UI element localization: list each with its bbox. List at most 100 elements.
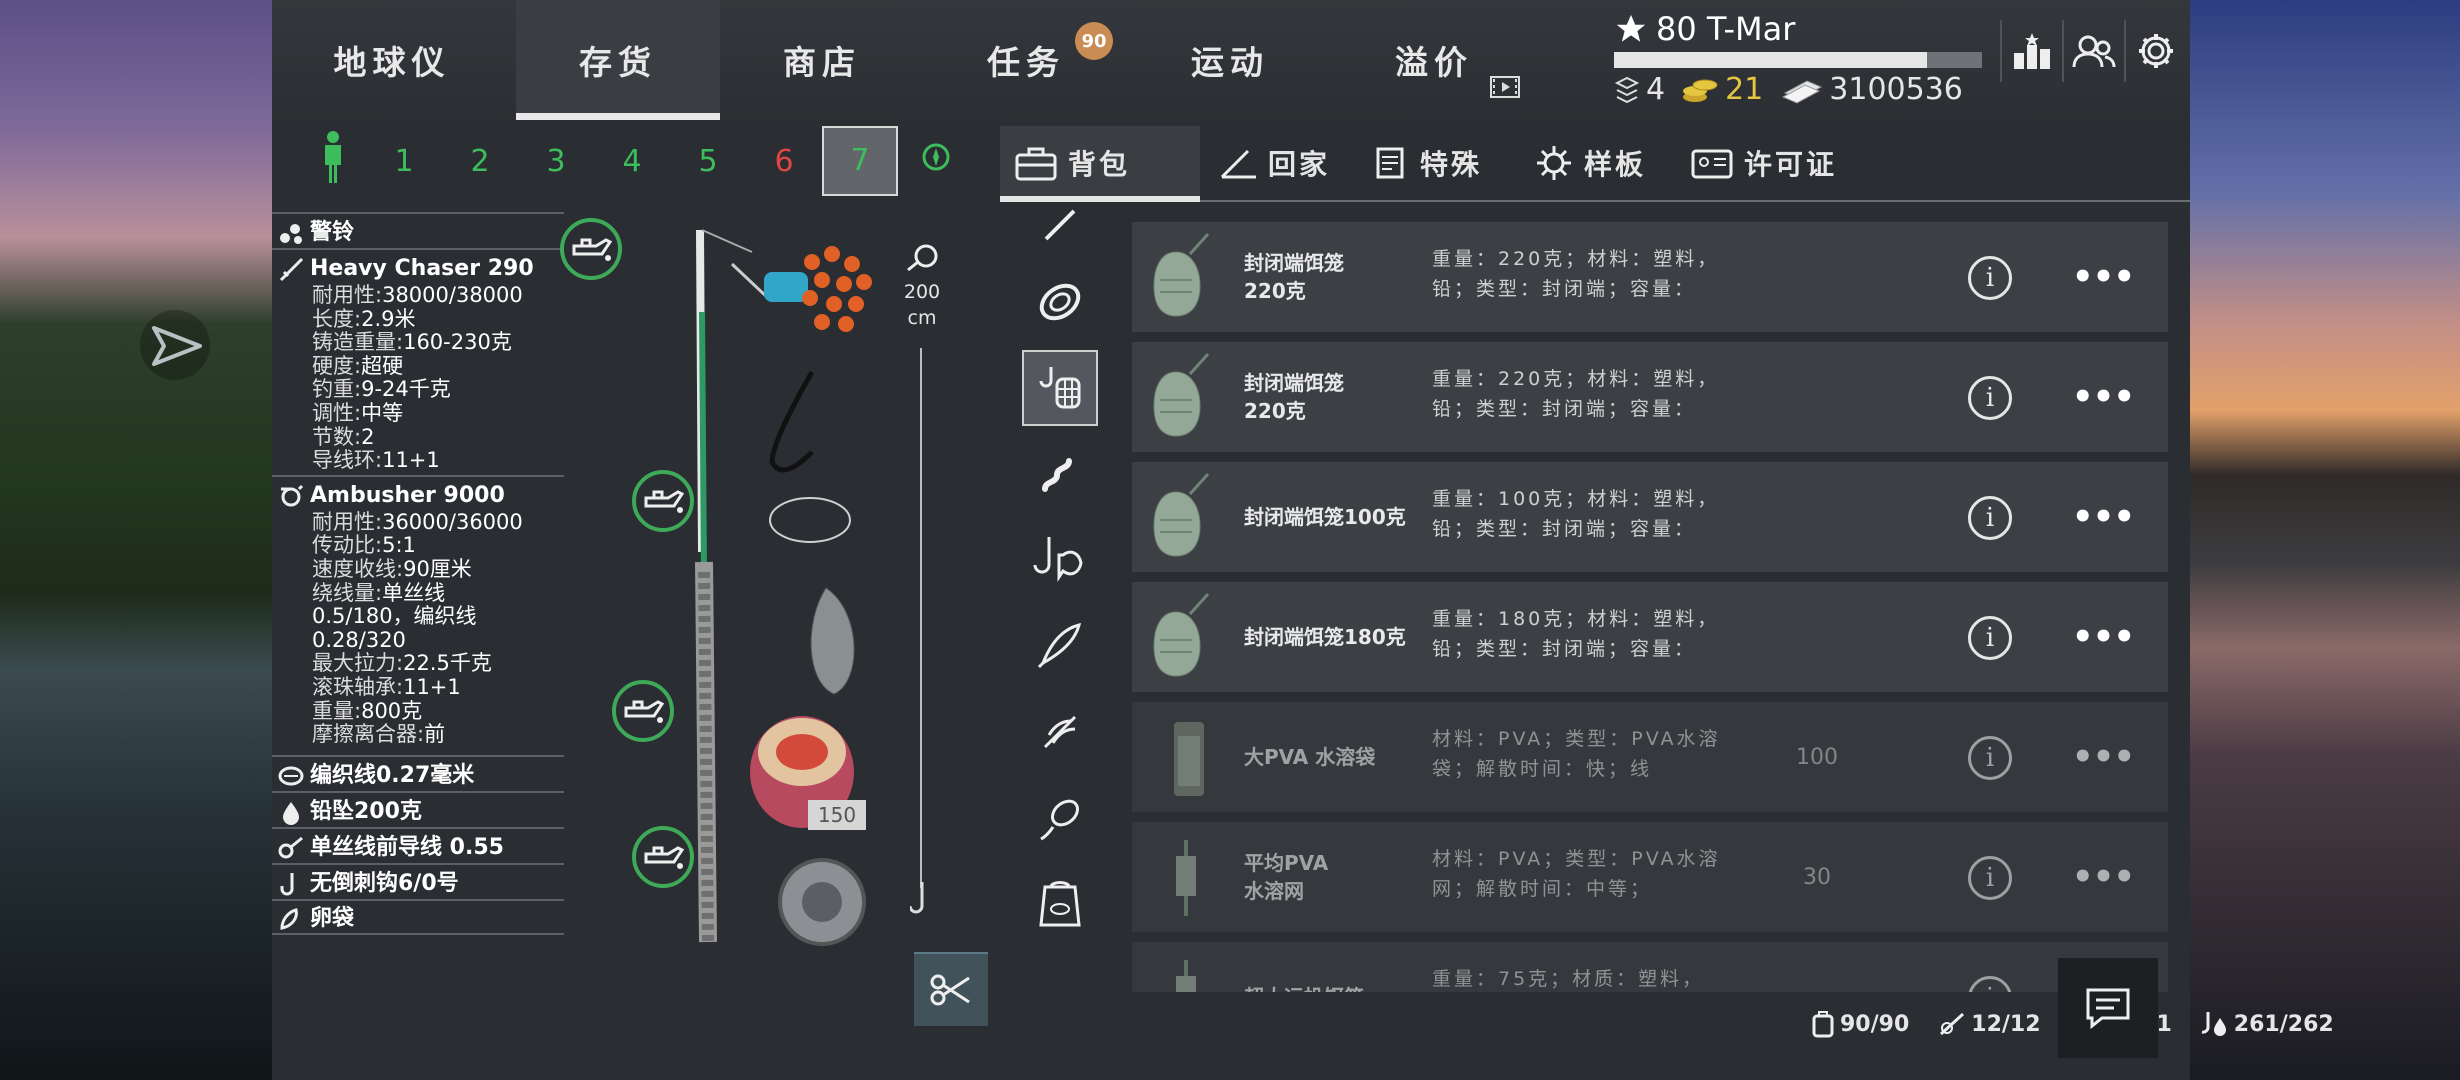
category-lures-icon[interactable]	[1022, 608, 1098, 684]
category-lines-icon[interactable]	[1022, 264, 1098, 340]
alarm-label: 警铃	[310, 220, 355, 246]
leader-loop-icon	[907, 244, 938, 272]
rod-header[interactable]: Heavy Chaser 290	[272, 248, 564, 284]
info-icon[interactable]: i	[1968, 976, 2012, 992]
tab-inventory[interactable]: 存货	[516, 0, 720, 120]
category-floats-icon[interactable]	[1022, 780, 1098, 856]
info-icon[interactable]: i	[1968, 616, 2012, 660]
oil-can-icon[interactable]	[632, 470, 694, 532]
tab-sports[interactable]: 运动	[1128, 0, 1332, 120]
license-card-icon	[1691, 149, 1733, 179]
item-quantity	[1772, 582, 1862, 692]
tab-licenses[interactable]: 许可证	[1690, 126, 1860, 200]
spec-value: 5:1	[382, 533, 416, 558]
info-icon[interactable]: i	[1968, 496, 2012, 540]
category-feeders-icon[interactable]	[1022, 350, 1098, 426]
template-gear-icon	[1537, 146, 1571, 180]
category-worms-icon[interactable]	[1022, 436, 1098, 512]
game-screen: 地球仪 存货 商店 任务 90 运动 溢价 80 T-Mar 4 21 3100…	[0, 0, 2460, 1080]
spec-key: 调性:	[312, 400, 362, 425]
rank-display: 80 T-Mar	[1614, 10, 1795, 48]
experience-bar	[1614, 52, 1982, 68]
angler-figure-icon[interactable]	[300, 130, 366, 192]
leader-label: 单丝线前导线 0.55	[310, 834, 504, 860]
reel-stats: 耐用性:36000/36000 传动比:5:1 速度收线:90厘米 绕线量:单丝线 0.…	[272, 510, 564, 747]
hook-row[interactable]: 无倒刺钩6/0号	[272, 862, 564, 899]
sinker-icon	[283, 801, 299, 825]
info-icon[interactable]: i	[1968, 856, 2012, 900]
inventory-item-row[interactable]: 封闭端饵笼100克 重量：100克；材料：塑料，铅；类型：封闭端；容量： i •••	[1132, 462, 2168, 572]
item-description: 材料：PVA；类型：PVA水溶网；解散时间：中等；	[1432, 848, 1721, 900]
more-options-icon[interactable]: •••	[2072, 612, 2135, 662]
info-icon[interactable]: i	[1968, 736, 2012, 780]
bait-bag-row[interactable]: 卵袋	[272, 898, 564, 935]
spec-row: 钓重:9-24千克	[272, 378, 564, 402]
scissors-icon	[930, 974, 970, 1006]
inventory-item-row[interactable]: 大PVA 水溶袋 材料：PVA；类型：PVA水溶袋；解散时间：快；线 100 i •••	[1132, 702, 2168, 812]
category-rods-icon[interactable]	[1022, 200, 1098, 250]
category-bait-bag-icon[interactable]	[1022, 866, 1098, 942]
bell-icon	[280, 224, 302, 244]
category-spinners-icon[interactable]	[1022, 694, 1098, 770]
info-icon[interactable]: i	[1968, 256, 2012, 300]
more-options-icon[interactable]: •••	[2072, 732, 2135, 782]
oil-can-icon[interactable]	[560, 218, 622, 280]
navigate-arrow-icon[interactable]	[140, 310, 210, 380]
rod-set-4[interactable]: 4	[594, 144, 670, 179]
item-quantity: 100	[1796, 744, 1838, 770]
tab-premium[interactable]: 溢价	[1332, 0, 1536, 120]
rod-stats: 耐用性:38000/38000 长度:2.9米 铸造重量:160-230克 硬度:超硬…	[272, 283, 564, 473]
leaderboard-icon[interactable]	[2000, 20, 2062, 82]
item-name: 平均PVA 水溶网	[1244, 851, 1329, 903]
inventory-item-row[interactable]: 超大远投饵笼重量：75克；材质：塑料，i•••	[1132, 942, 2168, 992]
leader-row[interactable]: 单丝线前导线 0.55	[272, 826, 564, 863]
tab-label: 回家	[1268, 148, 1331, 181]
tab-label: 样板	[1584, 148, 1647, 181]
inventory-item-row[interactable]: 平均PVA 水溶网 材料：PVA；类型：PVA水溶网；解散时间：中等； 30 i •••	[1132, 822, 2168, 932]
inventory-item-row[interactable]: 封闭端饵笼180克 重量：180克；材料：塑料，铅；类型：封闭端；容量： i •••	[1132, 582, 2168, 692]
currency-row: 4 21 3100536	[1614, 72, 1963, 107]
sinker-row[interactable]: 铅坠200克	[272, 790, 564, 827]
rod-set-5[interactable]: 5	[670, 144, 746, 179]
line-row[interactable]: 编织线0.27毫米	[272, 754, 564, 791]
inventory-item-row[interactable]: 封闭端饵笼 220克 重量：220克；材料：塑料，铅；类型：封闭端；容量： i •••	[1132, 222, 2168, 332]
tab-templates[interactable]: 样板	[1534, 126, 1674, 200]
category-hooks-fish-icon[interactable]	[1022, 522, 1098, 598]
friends-icon[interactable]	[2062, 20, 2124, 82]
tab-globe[interactable]: 地球仪	[272, 0, 512, 120]
scissors-button[interactable]	[914, 952, 988, 1026]
alarm-row[interactable]: 警铃	[272, 212, 564, 248]
more-options-icon[interactable]: •••	[2072, 372, 2135, 422]
chat-button[interactable]	[2058, 958, 2158, 1058]
tab-shop[interactable]: 商店	[720, 0, 924, 120]
player-profile[interactable]: 80 T-Mar 4 21 3100536	[1614, 6, 1994, 116]
compass-icon[interactable]	[898, 142, 974, 180]
more-options-icon[interactable]: •••	[2072, 852, 2135, 902]
oil-can-icon[interactable]	[632, 826, 694, 888]
more-options-icon[interactable]: •••	[2072, 492, 2135, 542]
tab-special[interactable]: 特殊	[1370, 126, 1520, 200]
settings-gear-icon[interactable]	[2124, 20, 2186, 82]
tab-missions[interactable]: 任务	[924, 0, 1128, 120]
feeder-cage-thumbnail	[1146, 232, 1236, 322]
rod-set-7[interactable]: 7	[822, 126, 898, 196]
line-label: 编织线0.27毫米	[310, 762, 475, 788]
rod-set-6[interactable]: 6	[746, 144, 822, 179]
rod-set-3[interactable]: 3	[518, 144, 594, 179]
tab-backpack[interactable]: 背包	[1000, 126, 1200, 202]
background-scene-right	[2190, 0, 2460, 1080]
info-icon[interactable]: i	[1968, 376, 2012, 420]
more-options-icon[interactable]: •••	[2072, 252, 2135, 302]
rod-capacity-value: 12/12	[1971, 1011, 2041, 1037]
rod-set-1[interactable]: 1	[366, 144, 442, 179]
tab-label: 特殊	[1420, 148, 1483, 181]
reel-header[interactable]: Ambusher 9000	[272, 474, 564, 511]
item-name: 封闭端饵笼100克	[1244, 505, 1406, 529]
oil-can-icon[interactable]	[612, 680, 674, 742]
rod-set-2[interactable]: 2	[442, 144, 518, 179]
gold-coins-icon	[1683, 79, 1718, 102]
spec-row: 速度收线:90厘米	[272, 557, 564, 582]
rod-capacity: 12/12	[1937, 1010, 2041, 1038]
inventory-item-row[interactable]: 封闭端饵笼 220克 重量：220克；材料：塑料，铅；类型：封闭端；容量： i •••	[1132, 342, 2168, 452]
tab-home[interactable]: 回家	[1218, 126, 1358, 200]
